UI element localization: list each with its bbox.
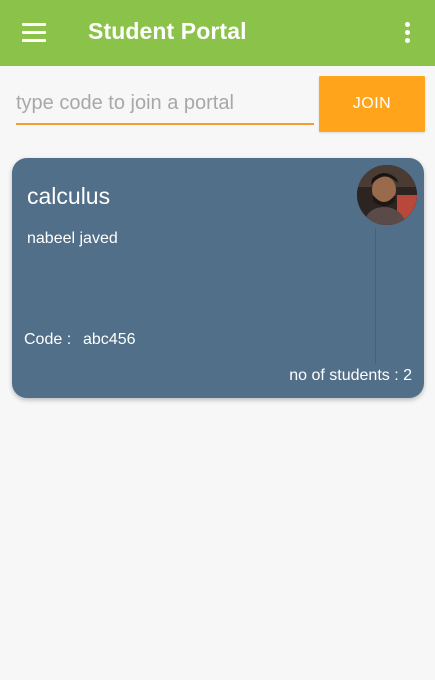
app-title: Student Portal (88, 18, 247, 44)
hamburger-menu-icon[interactable] (22, 23, 48, 43)
portal-card[interactable]: calculus nabeel javed Code : abc456 no o… (12, 158, 424, 398)
card-divider (375, 228, 376, 364)
teacher-name: nabeel javed (27, 230, 118, 247)
code-value: abc456 (83, 331, 136, 348)
code-label: Code : (24, 331, 72, 348)
join-portal-row: JOIN (0, 66, 435, 146)
more-vertical-icon[interactable] (396, 20, 420, 46)
students-count: no of students : 2 (289, 367, 412, 384)
portal-code-input[interactable] (16, 86, 314, 125)
join-button[interactable]: JOIN (319, 76, 425, 132)
course-name: calculus (27, 183, 111, 209)
teacher-avatar (357, 165, 417, 225)
app-bar: Student Portal (0, 0, 435, 66)
